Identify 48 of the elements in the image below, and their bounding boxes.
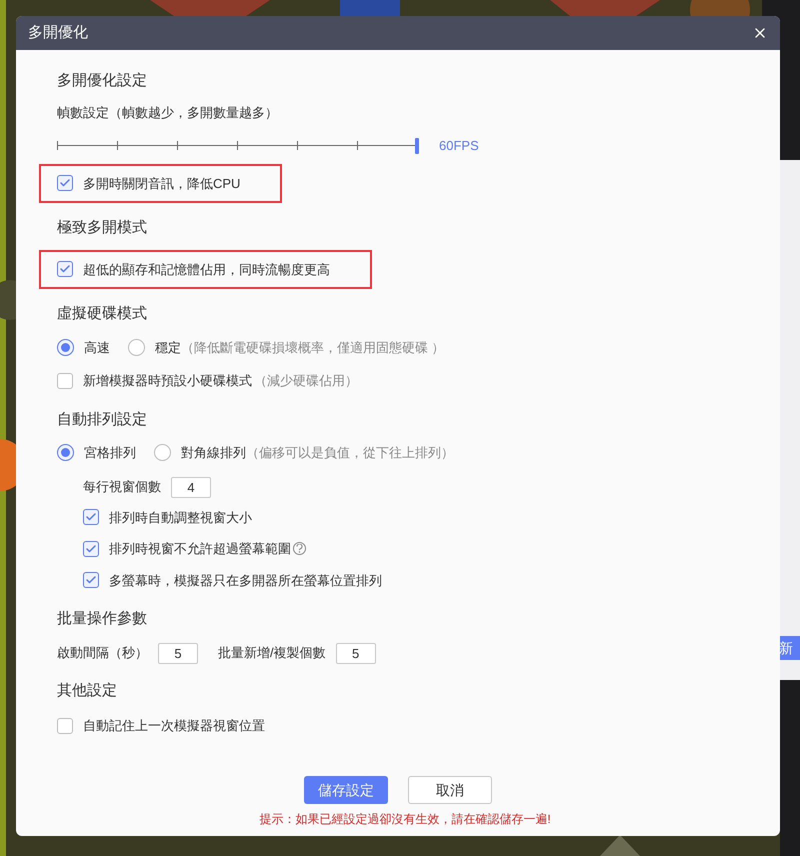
checkbox[interactable] (57, 175, 73, 192)
section-heading: 極致多開模式 (57, 218, 148, 238)
radio-note: （降低斷電硬碟損壞概率，僅適用固態硬碟 ） (181, 338, 445, 356)
checkbox[interactable] (57, 261, 73, 278)
checkbox[interactable] (83, 540, 99, 557)
checkbox-label: 多開時關閉音訊，降低CPU (83, 174, 240, 192)
field-label: 批量新增/複製個數 (218, 644, 326, 662)
slider-value: 60FPS (439, 137, 479, 155)
checkbox-label: 排列時自動調整視窗大小 (109, 508, 252, 526)
checkbox-label: 超低的顯存和記憶體佔用，同時流暢度更高 (83, 260, 330, 278)
add-button[interactable]: 新 (778, 636, 800, 660)
radio-button[interactable] (154, 444, 171, 462)
number-field[interactable]: 4 (171, 476, 211, 498)
radio-label: 對角線排列 (181, 444, 246, 462)
radio-note: （偏移可以是負值，從下往上排列） (246, 444, 454, 462)
section-heading: 批量操作參數 (57, 609, 148, 629)
window-title: 多開優化 (28, 22, 88, 43)
radio-button[interactable] (57, 338, 74, 356)
slider-thumb[interactable] (415, 138, 419, 154)
save-button[interactable]: 儲存設定 (304, 776, 388, 804)
cancel-button[interactable]: 取消 (408, 776, 492, 804)
slider-track[interactable] (57, 140, 419, 152)
radio-label: 穩定 (155, 338, 181, 356)
radio-label: 宮格排列 (84, 444, 136, 462)
checkbox[interactable] (83, 509, 99, 526)
hint-text: 提示：如果已經設定過卻沒有生效，請在確認儲存一遍! (258, 811, 551, 828)
checkbox-label: 新增模擬器時預設小硬碟模式 (83, 372, 252, 390)
checkbox-label: 自動記住上一次模擬器視窗位置 (83, 717, 265, 735)
radio-button[interactable] (128, 338, 145, 356)
checkbox-label: 排列時視窗不允許超過螢幕範圍 (109, 540, 291, 558)
radio-button[interactable] (57, 444, 74, 462)
number-field[interactable]: 5 (158, 642, 198, 664)
checkbox[interactable] (57, 718, 73, 734)
checkbox-label: 多螢幕時，模擬器只在多開器所在螢幕位置排列 (109, 572, 382, 590)
radio-label: 高速 (84, 338, 110, 356)
section-heading: 自動排列設定 (57, 410, 148, 430)
section-heading: 多開優化設定 (57, 71, 148, 91)
checkbox[interactable] (83, 572, 99, 588)
checkbox-note: （減少硬碟佔用） (254, 372, 358, 390)
help-icon[interactable] (293, 542, 306, 556)
check-icon (85, 542, 97, 555)
field-label: 每行視窗個數 (83, 478, 161, 496)
checkbox[interactable] (57, 372, 73, 389)
section-heading: 虛擬硬碟模式 (57, 304, 148, 324)
section-heading: 其他設定 (57, 680, 118, 700)
slider-label: 幀數設定（幀數越少，多開數量越多） (57, 104, 279, 122)
number-field[interactable]: 5 (336, 642, 376, 664)
field-label: 啟動間隔（秒） (57, 644, 148, 662)
